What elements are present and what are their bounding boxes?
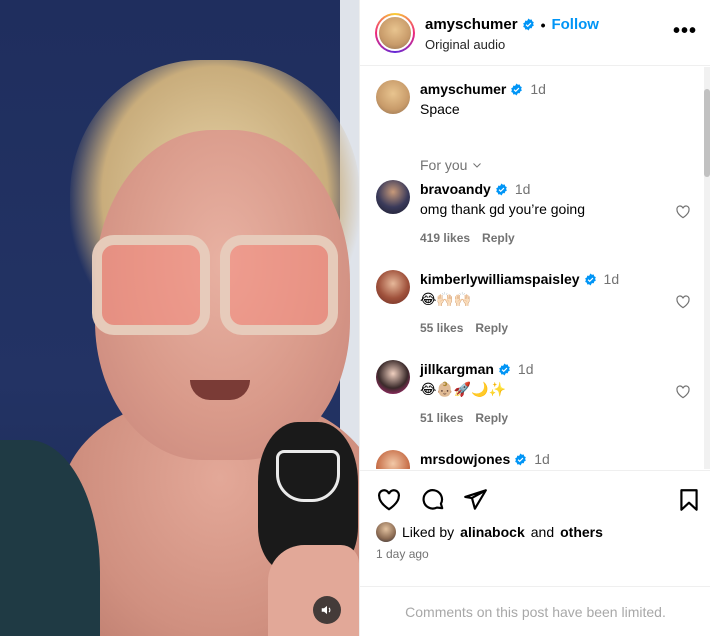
post-panel: amyschumer • Follow Original audio ••• a… xyxy=(359,0,710,636)
comment-time: 1d xyxy=(534,451,550,467)
separator-dot: • xyxy=(540,16,546,33)
glasses xyxy=(92,235,342,340)
comment-username[interactable]: kimberlywilliamspaisley xyxy=(420,271,580,287)
caption-time: 1d xyxy=(530,81,546,97)
liked-by-conj: and xyxy=(530,524,555,540)
post-actions: Liked by alinabock and others 1 day ago xyxy=(360,470,710,580)
comment-avatar[interactable] xyxy=(376,360,410,394)
reply-button[interactable]: Reply xyxy=(475,321,508,335)
comment-avatar[interactable] xyxy=(376,180,410,214)
comment-username[interactable]: jillkargman xyxy=(420,361,494,377)
liked-by-others[interactable]: others xyxy=(560,524,603,540)
comment-user-row: kimberlywilliamspaisley 1d xyxy=(420,271,619,287)
scrollbar-thumb[interactable] xyxy=(704,89,710,177)
comment-item: bravoandy 1d omg thank gd you’re going 4… xyxy=(360,180,705,260)
post-time[interactable]: 1 day ago xyxy=(376,547,429,561)
comment-likes[interactable]: 419 likes xyxy=(420,231,470,245)
author-username-row: amyschumer • Follow xyxy=(425,16,599,33)
more-options-button[interactable]: ••• xyxy=(673,20,697,43)
for-you-filter[interactable]: For you xyxy=(420,157,483,173)
verified-icon xyxy=(499,363,510,375)
verified-icon xyxy=(584,273,596,285)
share-icon[interactable] xyxy=(462,487,488,513)
comment-item: jillkargman 1d 😂👶🏼🚀🌙✨ 51 likes Reply xyxy=(360,360,705,440)
comment-user-row: mrsdowjones 1d xyxy=(420,451,550,467)
liked-by-prefix: Liked by xyxy=(402,524,455,540)
comment-item: mrsdowjones 1d xyxy=(360,450,705,469)
comment-meta: 419 likes Reply xyxy=(420,231,515,245)
comment-time: 1d xyxy=(514,181,531,197)
comment-meta: 51 likes Reply xyxy=(420,411,508,425)
follow-button[interactable]: Follow xyxy=(551,16,599,33)
comment-time: 1d xyxy=(517,361,534,377)
verified-icon xyxy=(511,83,523,95)
comment-username[interactable]: mrsdowjones xyxy=(420,451,510,467)
comments-scrollbar[interactable] xyxy=(704,67,710,469)
liked-by-user[interactable]: alinabock xyxy=(460,524,525,540)
verified-icon xyxy=(515,453,527,465)
comment-user-row: bravoandy 1d xyxy=(420,181,530,197)
audio-label[interactable]: Original audio xyxy=(425,37,505,52)
comments-list[interactable]: amyschumer 1d Space For you bravoandy 1d… xyxy=(360,67,710,469)
heart-icon[interactable] xyxy=(675,204,691,220)
author-avatar[interactable] xyxy=(375,13,415,53)
caption-user-row: amyschumer 1d xyxy=(420,81,546,97)
comment-text: 😂👶🏼🚀🌙✨ xyxy=(420,381,507,397)
comment-text: 😂🙌🏻🙌🏻 xyxy=(420,291,472,307)
comment-text: omg thank gd you’re going xyxy=(420,201,585,217)
chevron-down-icon xyxy=(473,163,482,168)
comment-likes[interactable]: 55 likes xyxy=(420,321,463,335)
comment-icon[interactable] xyxy=(420,487,446,513)
for-you-label: For you xyxy=(420,157,468,173)
audio-icon xyxy=(321,605,331,615)
comment-avatar[interactable] xyxy=(376,450,410,469)
toy-mask xyxy=(276,450,340,502)
left-lens xyxy=(92,235,210,335)
liker-avatar[interactable] xyxy=(376,522,396,542)
like-icon[interactable] xyxy=(376,487,402,513)
author-username[interactable]: amyschumer xyxy=(425,16,518,33)
more-icon: ••• xyxy=(672,20,697,42)
comment-likes[interactable]: 51 likes xyxy=(420,411,463,425)
person-hand xyxy=(268,545,359,636)
comments-limited-notice: Comments on this post have been limited. xyxy=(360,586,710,636)
reply-button[interactable]: Reply xyxy=(475,411,508,425)
caption-text: Space xyxy=(420,101,460,117)
comment-item: kimberlywilliamspaisley 1d 😂🙌🏻🙌🏻 55 like… xyxy=(360,270,705,350)
comment-time: 1d xyxy=(603,271,620,287)
verified-icon xyxy=(496,183,507,195)
comment-username[interactable]: bravoandy xyxy=(420,181,491,197)
heart-icon[interactable] xyxy=(675,294,691,310)
audio-toggle-button[interactable] xyxy=(313,596,341,624)
comment-meta: 55 likes Reply xyxy=(420,321,508,335)
bookmark-icon[interactable] xyxy=(676,487,702,513)
right-lens xyxy=(220,235,338,335)
caption-avatar[interactable] xyxy=(376,80,410,114)
comment-avatar[interactable] xyxy=(376,270,410,304)
post-header: amyschumer • Follow Original audio ••• xyxy=(360,0,710,66)
post-media[interactable] xyxy=(0,0,359,636)
liked-by-row: Liked by alinabock and others xyxy=(376,522,603,542)
reply-button[interactable]: Reply xyxy=(482,231,515,245)
verified-icon xyxy=(522,18,534,31)
caption-username[interactable]: amyschumer xyxy=(420,81,506,97)
comment-user-row: jillkargman 1d xyxy=(420,361,534,377)
caption-row: amyschumer 1d Space For you xyxy=(360,80,705,173)
heart-icon[interactable] xyxy=(675,384,691,400)
